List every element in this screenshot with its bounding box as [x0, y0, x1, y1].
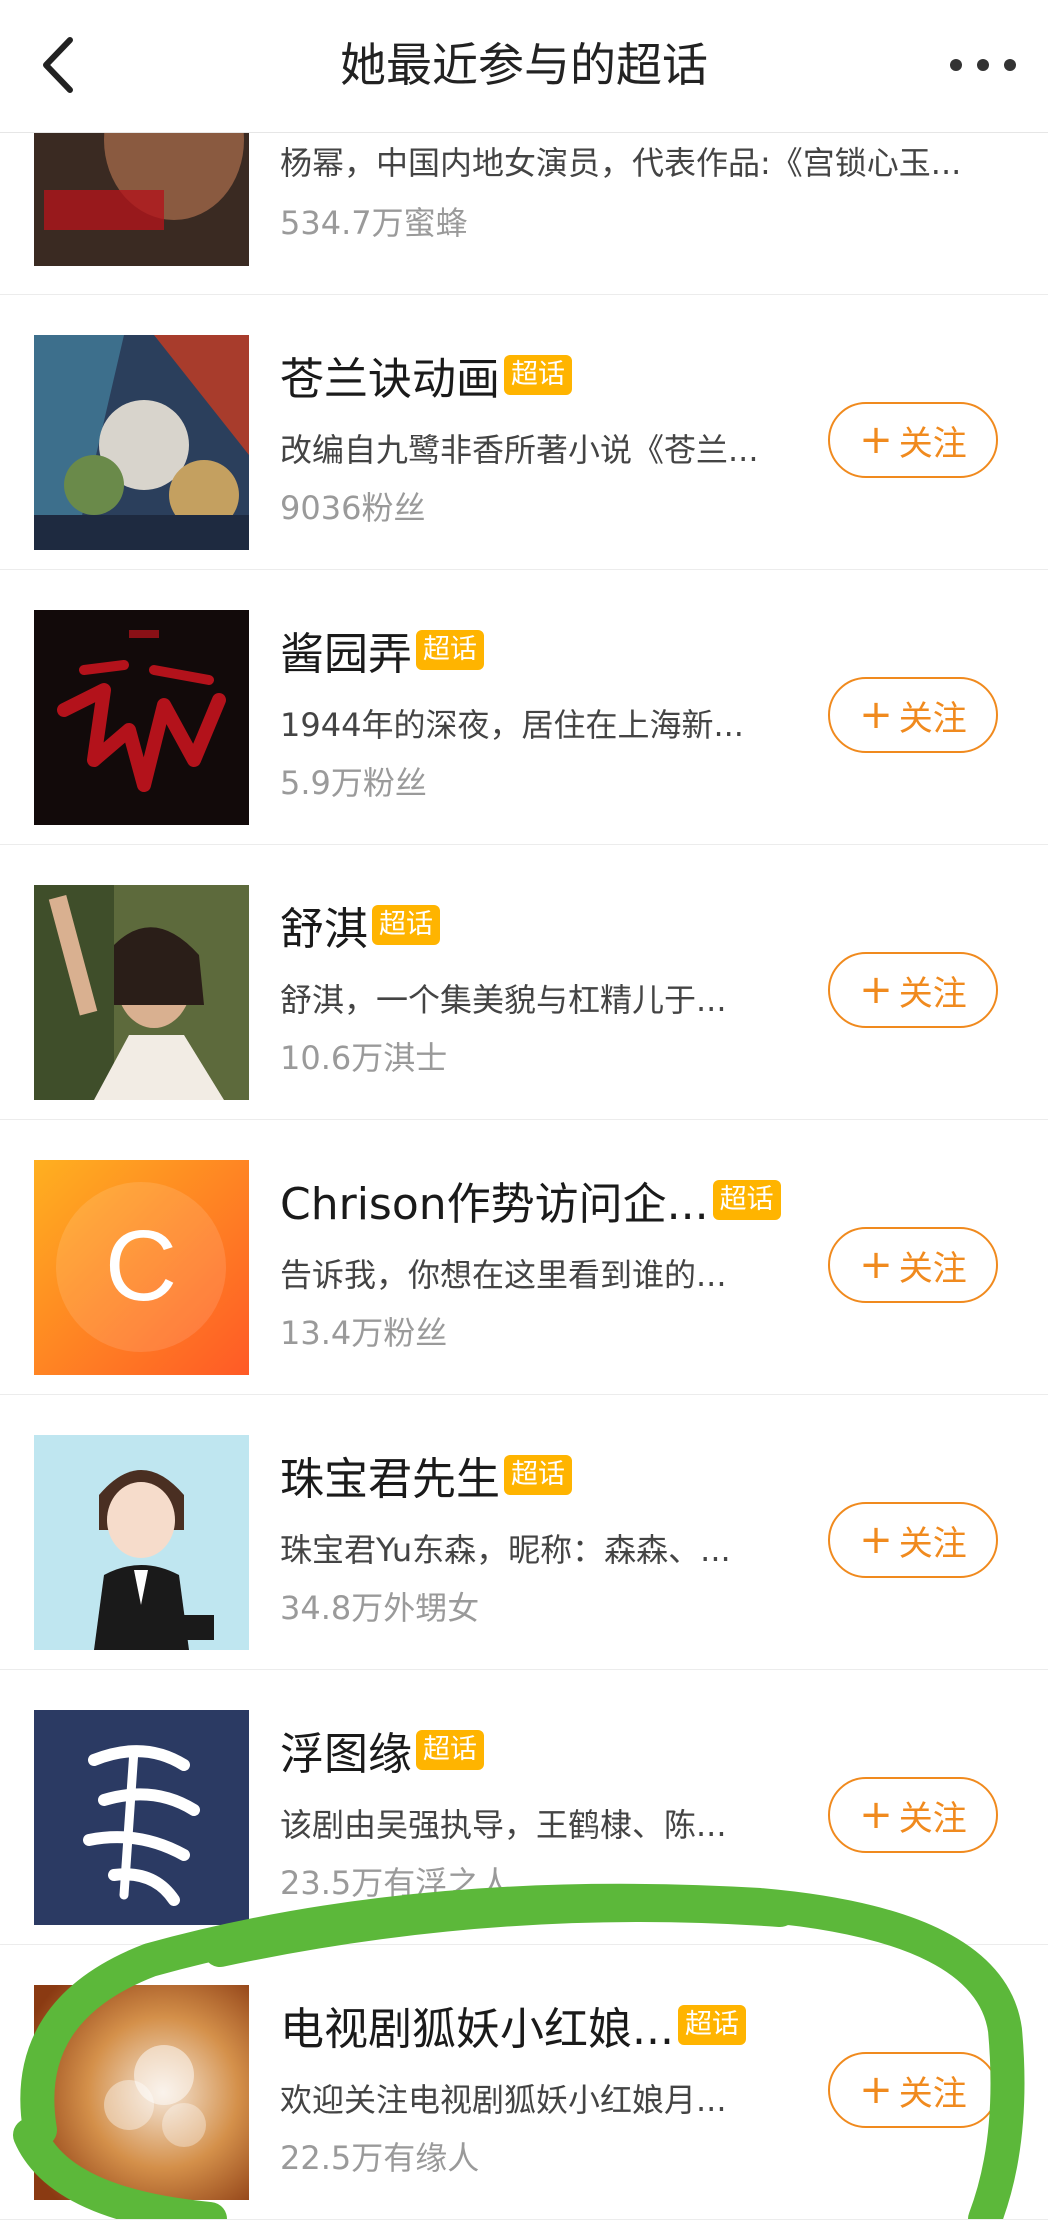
follow-label: 关注 [898, 698, 967, 739]
super-topic-badge: 超话 [504, 355, 572, 395]
more-dots-icon [950, 59, 1016, 71]
super-topic-badge: 超话 [504, 1455, 572, 1495]
follow-button[interactable]: + 关注 [828, 402, 998, 478]
follow-button[interactable]: + 关注 [828, 2052, 998, 2128]
topic-description: 1944年的深夜，居住在上海新... [280, 706, 744, 744]
topic-name: Chrison作势访问企... [280, 1179, 709, 1230]
thumb-letter: C [105, 1210, 177, 1322]
list-item[interactable]: 电视剧狐妖小红娘... 超话 欢迎关注电视剧狐妖小红娘月... 22.5万有缘人… [0, 1945, 1048, 2220]
follow-button[interactable]: + 关注 [828, 952, 998, 1028]
topic-title-line: 电视剧狐妖小红娘... 超话 [280, 1995, 746, 2055]
topic-fans-count: 23.5万有浮之人 [280, 1864, 512, 1902]
topic-name: 酱园弄 [280, 629, 412, 680]
topic-fans-count: 34.8万外甥女 [280, 1589, 480, 1627]
follow-label: 关注 [898, 1523, 967, 1564]
topic-list: 杨幂，中国内地女演员，代表作品:《宫锁心玉... 534.7万蜜蜂 苍兰诀动画 … [0, 80, 1048, 2220]
topic-title-line: 酱园弄 超话 [280, 620, 484, 680]
topic-thumbnail [34, 1985, 249, 2200]
topic-name: 舒淇 [280, 904, 368, 955]
list-item[interactable]: 珠宝君先生 超话 珠宝君Yu东森，昵称：森森、... 34.8万外甥女 + 关注 [0, 1395, 1048, 1670]
plus-icon: + [859, 967, 893, 1013]
topic-thumbnail [34, 1710, 249, 1925]
super-topic-badge: 超话 [416, 630, 484, 670]
topic-name: 电视剧狐妖小红娘... [280, 2004, 674, 2055]
follow-label: 关注 [898, 2073, 967, 2114]
list-item[interactable]: 苍兰诀动画 超话 改编自九鹭非香所著小说《苍兰... 9036粉丝 + 关注 [0, 295, 1048, 570]
follow-button[interactable]: + 关注 [828, 677, 998, 753]
topic-description: 欢迎关注电视剧狐妖小红娘月... [280, 2081, 727, 2119]
topic-fans-count: 5.9万粉丝 [280, 764, 427, 802]
page-title: 她最近参与的超话 [340, 38, 708, 92]
topic-name: 珠宝君先生 [280, 1454, 500, 1505]
topic-description: 珠宝君Yu东森，昵称：森森、... [280, 1531, 731, 1569]
topic-description: 改编自九鹭非香所著小说《苍兰... [280, 431, 759, 469]
super-topic-badge: 超话 [677, 2005, 746, 2045]
topic-fans-count: 22.5万有缘人 [280, 2139, 480, 2177]
plus-icon: + [859, 417, 893, 463]
topic-fans-count: 534.7万蜜蜂 [280, 204, 468, 242]
plus-icon: + [859, 692, 893, 738]
topic-title-line: 舒淇 超话 [280, 895, 440, 955]
topic-title-line: 珠宝君先生 超话 [280, 1445, 572, 1505]
list-item[interactable]: 舒淇 超话 舒淇，一个集美貌与杠精儿于... 10.6万淇士 + 关注 [0, 845, 1048, 1120]
list-item[interactable]: 杨幂，中国内地女演员，代表作品:《宫锁心玉... 534.7万蜜蜂 [0, 80, 1048, 295]
follow-label: 关注 [898, 1798, 967, 1839]
topic-description: 告诉我，你想在这里看到谁的... [280, 1256, 727, 1294]
list-item[interactable]: C Chrison作势访问企... 超话 告诉我，你想在这里看到谁的... 13… [0, 1120, 1048, 1395]
plus-icon: + [859, 1792, 893, 1838]
plus-icon: + [859, 1242, 893, 1288]
topic-fans-count: 9036粉丝 [280, 489, 426, 527]
list-item[interactable]: 浮图缘 超话 该剧由吴强执导，王鹤棣、陈... 23.5万有浮之人 + 关注 [0, 1670, 1048, 1945]
super-topic-badge: 超话 [372, 905, 440, 945]
topic-description: 该剧由吴强执导，王鹤棣、陈... [280, 1806, 727, 1844]
topic-thumbnail [34, 1435, 249, 1650]
topic-description: 舒淇，一个集美貌与杠精儿于... [280, 981, 727, 1019]
super-topic-badge: 超话 [712, 1180, 781, 1220]
topic-fans-count: 13.4万粉丝 [280, 1314, 448, 1352]
plus-icon: + [859, 1517, 893, 1563]
more-button[interactable] [938, 40, 1028, 90]
topic-thumbnail [34, 335, 249, 550]
super-topic-badge: 超话 [416, 1730, 484, 1770]
topic-description: 杨幂，中国内地女演员，代表作品:《宫锁心玉... [280, 144, 962, 182]
follow-label: 关注 [898, 1248, 967, 1289]
topic-title-line: Chrison作势访问企... 超话 [280, 1170, 781, 1230]
topic-name: 浮图缘 [280, 1729, 412, 1780]
topic-title-line: 苍兰诀动画 超话 [280, 345, 572, 405]
top-bar: 她最近参与的超话 [0, 0, 1048, 133]
follow-button[interactable]: + 关注 [828, 1227, 998, 1303]
list-item[interactable]: 酱园弄 超话 1944年的深夜，居住在上海新... 5.9万粉丝 + 关注 [0, 570, 1048, 845]
follow-button[interactable]: + 关注 [828, 1502, 998, 1578]
follow-button[interactable]: + 关注 [828, 1777, 998, 1853]
topic-name: 苍兰诀动画 [280, 354, 500, 405]
plus-icon: + [859, 2067, 893, 2113]
topic-thumbnail [34, 885, 249, 1100]
topic-thumbnail: C [34, 1160, 249, 1375]
topic-title-line: 浮图缘 超话 [280, 1720, 484, 1780]
topic-fans-count: 10.6万淇士 [280, 1039, 448, 1077]
follow-label: 关注 [898, 973, 967, 1014]
follow-label: 关注 [898, 423, 967, 464]
topic-thumbnail [34, 610, 249, 825]
